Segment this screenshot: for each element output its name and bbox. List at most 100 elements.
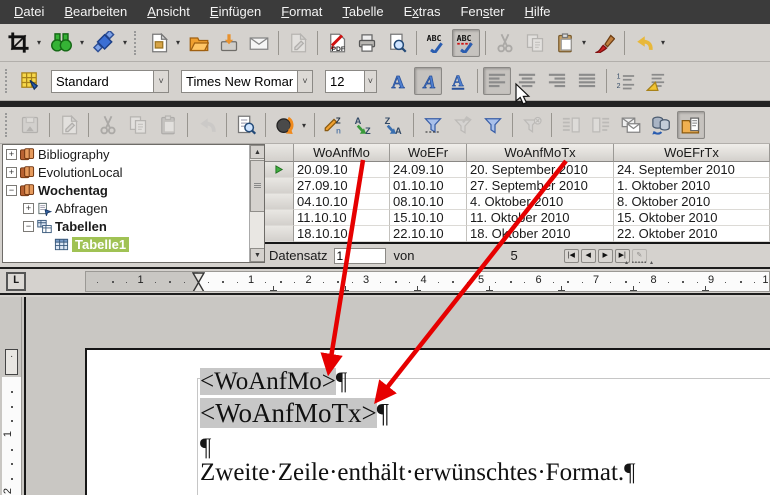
undo-button[interactable] (630, 29, 658, 57)
sort-button[interactable]: Zn (320, 111, 348, 139)
page-preview-button[interactable] (383, 29, 411, 57)
table-cell[interactable]: 15.10.10 (390, 210, 467, 226)
transform-shapes-button[interactable] (89, 27, 120, 58)
mail-merge-button[interactable] (617, 111, 645, 139)
menu-fenster[interactable]: Fenster (450, 0, 514, 24)
align-left-button[interactable] (483, 67, 511, 95)
tree-expander[interactable]: + (6, 149, 17, 160)
table-cell[interactable]: 18. Oktober 2010 (467, 226, 614, 242)
undo-dropdown-arrow[interactable]: ▾ (658, 30, 668, 56)
tree-item-evolutionlocal[interactable]: +EvolutionLocal (3, 163, 264, 181)
tree-item-wochentag[interactable]: −Wochentag (3, 181, 264, 199)
dataview-splitter[interactable]: ▴ ▪▪▪▪▪ ▴ (625, 259, 654, 266)
font-size-dropdown-button[interactable]: ˅ (364, 71, 376, 92)
table-cell[interactable]: 8. Oktober 2010 (614, 194, 770, 210)
tree-item-tabellen[interactable]: −Tabellen (3, 217, 264, 235)
bold-button[interactable]: A (384, 67, 412, 95)
tree-expander[interactable]: − (6, 185, 17, 196)
italic-button[interactable]: A (414, 67, 442, 95)
tree-item-tabelle1[interactable]: Tabelle1 (3, 235, 264, 253)
tree-item-abfragen[interactable]: +Abfragen (3, 199, 264, 217)
column-header-woanfmo[interactable]: WoAnfMo (294, 144, 390, 162)
crop-tool-dropdown-arrow[interactable]: ▾ (34, 30, 44, 56)
tree-expander[interactable]: + (23, 203, 34, 214)
document-area[interactable]: 12 <WoAnfMo>¶ <WoAnfMoTx>¶ ¶ Zweite·Zeil… (0, 297, 770, 495)
column-header-woanfmotx[interactable]: WoAnfMoTx (467, 144, 614, 162)
record-number-input[interactable] (334, 248, 386, 264)
tree-item-bibliography[interactable]: +Bibliography (3, 145, 264, 163)
top-margin-marker[interactable] (5, 349, 18, 375)
font-name-input[interactable] (182, 71, 297, 92)
toolbar-grip[interactable] (5, 69, 12, 93)
spellcheck-button[interactable]: ABC (422, 29, 450, 57)
table-cell[interactable]: 4. Oktober 2010 (467, 194, 614, 210)
previous-record-button[interactable]: ◀ (581, 249, 596, 263)
row-header[interactable] (265, 162, 294, 178)
align-center-button[interactable] (513, 67, 541, 95)
tree-expander[interactable]: − (23, 221, 34, 232)
toolbar-grip[interactable] (5, 113, 12, 137)
mergefield-woanfmotx[interactable]: <WoAnfMoTx> (200, 398, 377, 428)
crop-tool-button[interactable] (3, 27, 34, 58)
table-cell[interactable]: 27.09.10 (294, 178, 390, 194)
bullet-list-button[interactable] (642, 67, 670, 95)
table-cell[interactable]: 24.09.10 (390, 162, 467, 178)
scroll-thumb[interactable] (250, 160, 265, 212)
table-cell[interactable]: 11.10.10 (294, 210, 390, 226)
find-and-replace-button[interactable] (46, 27, 77, 58)
auto-spellcheck-button[interactable]: ABC (452, 29, 480, 57)
menu-ansicht[interactable]: Ansicht (137, 0, 200, 24)
table-cell[interactable]: 20.09.10 (294, 162, 390, 178)
table-cell[interactable]: 22. Oktober 2010 (614, 226, 770, 242)
tree-scrollbar[interactable]: ▲▼ (249, 145, 264, 262)
sort-ascending-button[interactable]: AZ (350, 111, 378, 139)
transform-shapes-dropdown-arrow[interactable]: ▾ (120, 30, 130, 56)
sort-descending-button[interactable]: ZA (380, 111, 408, 139)
find-and-replace-dropdown-arrow[interactable]: ▾ (77, 30, 87, 56)
row-header[interactable] (265, 194, 294, 210)
export-pdf-button[interactable]: PDF (323, 29, 351, 57)
refresh-dropdown-arrow[interactable]: ▾ (299, 112, 309, 138)
autofilter-button[interactable] (419, 111, 447, 139)
scroll-up-button[interactable]: ▲ (250, 145, 265, 159)
paste-dropdown-arrow[interactable]: ▾ (579, 30, 589, 56)
table-cell[interactable]: 27. September 2010 (467, 178, 614, 194)
menu-format[interactable]: Format (271, 0, 332, 24)
data-source-of-document-button[interactable] (647, 111, 675, 139)
menu-bearbeiten[interactable]: Bearbeiten (54, 0, 137, 24)
mergefield-woanfmo[interactable]: <WoAnfMo> (200, 368, 336, 395)
first-record-button[interactable]: |◀ (564, 249, 579, 263)
standard-filter-button[interactable] (479, 111, 507, 139)
refresh-button[interactable] (271, 111, 299, 139)
numbered-list-button[interactable]: 12 (612, 67, 640, 95)
paragraph-style-input[interactable] (52, 71, 153, 92)
table-cell[interactable]: 01.10.10 (390, 178, 467, 194)
next-record-button[interactable]: ▶ (598, 249, 613, 263)
row-header[interactable] (265, 178, 294, 194)
table-cell[interactable]: 11. Oktober 2010 (467, 210, 614, 226)
table-cell[interactable]: 22.10.10 (390, 226, 467, 242)
print-button[interactable] (353, 29, 381, 57)
font-name-dropdown-button[interactable]: ˅ (297, 71, 312, 92)
save-document-button[interactable] (215, 29, 243, 57)
toolbar-grip[interactable] (134, 31, 141, 55)
menu-einfgen[interactable]: Einfügen (200, 0, 271, 24)
indent-marker[interactable] (192, 272, 205, 292)
menu-extras[interactable]: Extras (394, 0, 451, 24)
align-right-button[interactable] (543, 67, 571, 95)
menu-hilfe[interactable]: Hilfe (515, 0, 561, 24)
new-document-dropdown-arrow[interactable]: ▾ (173, 30, 183, 56)
open-document-button[interactable] (185, 29, 213, 57)
table-cell[interactable]: 18.10.10 (294, 226, 390, 242)
explorer-on-off-button[interactable] (677, 111, 705, 139)
table-cell[interactable]: 08.10.10 (390, 194, 467, 210)
tab-stop-selector[interactable]: L (6, 272, 26, 291)
underline-button[interactable]: A (444, 67, 472, 95)
table-cell[interactable]: 24. September 2010 (614, 162, 770, 178)
format-paintbrush-button[interactable] (591, 29, 619, 57)
table-cell[interactable]: 20. September 2010 (467, 162, 614, 178)
column-header-woefrtx[interactable]: WoEFrTx (614, 144, 770, 162)
scroll-down-button[interactable]: ▼ (250, 248, 265, 262)
menu-datei[interactable]: Datei (4, 0, 54, 24)
justify-button[interactable] (573, 67, 601, 95)
